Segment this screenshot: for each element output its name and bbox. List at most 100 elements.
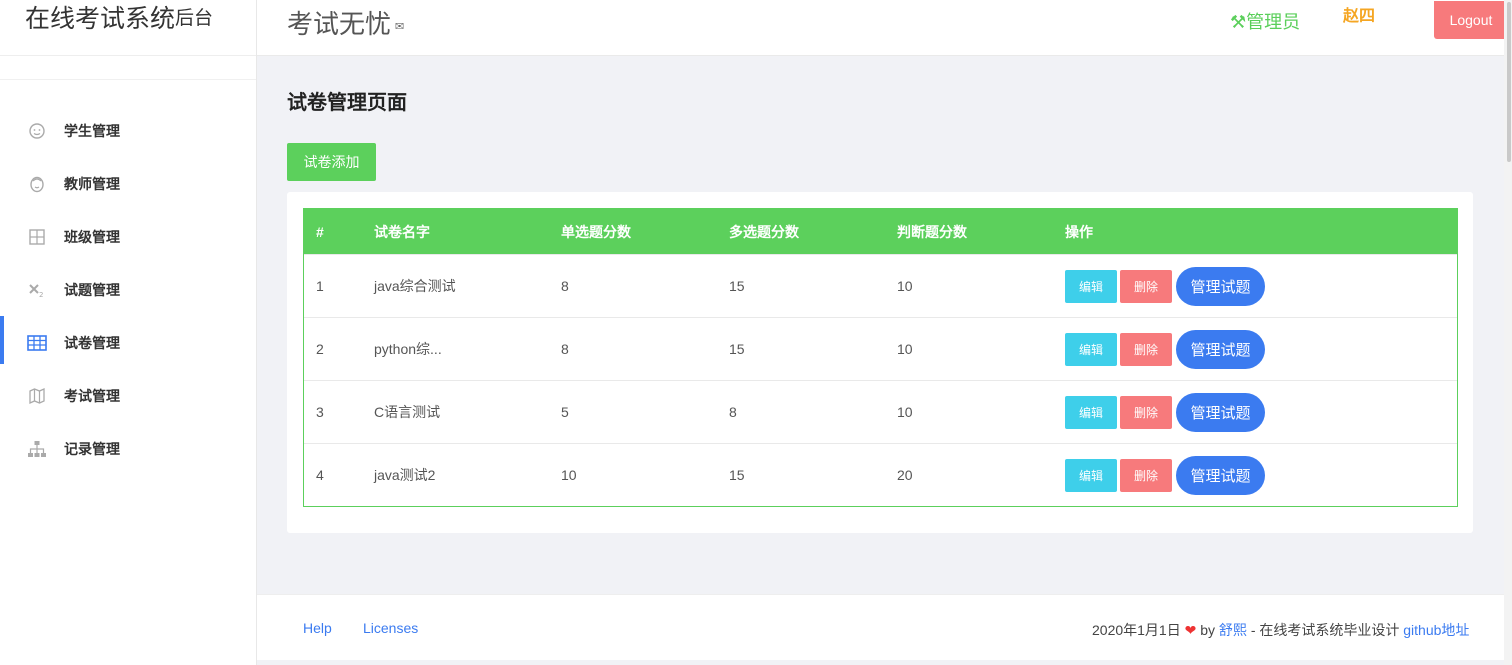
table-row: 4 java测试2 10 15 20 编辑 删除 管理试题 bbox=[304, 443, 1457, 506]
edit-button[interactable]: 编辑 bbox=[1065, 395, 1117, 429]
sidebar-item-records[interactable]: 记录管理 bbox=[0, 422, 256, 475]
cell-judge-score: 10 bbox=[897, 404, 913, 420]
header-title-text: 考试无忧 bbox=[287, 9, 392, 39]
brand: 在线考试系统 后台 bbox=[0, 0, 256, 56]
manage-questions-button[interactable]: 管理试题 bbox=[1176, 266, 1265, 306]
sidebar-nav: 学生管理 教师管理 班级管理 2 试题管理 试卷管理 考试管理 记录管理 bbox=[0, 80, 256, 475]
cell-multi-score: 15 bbox=[729, 278, 745, 294]
column-header-index: # bbox=[316, 223, 324, 240]
github-link[interactable]: github地址 bbox=[1403, 622, 1469, 638]
cell-name: java综合测试 bbox=[374, 278, 456, 294]
subscript-icon: 2 bbox=[26, 279, 48, 301]
sidebar-item-teachers[interactable]: 教师管理 bbox=[0, 157, 256, 210]
table-header: # 试卷名字 单选题分数 多选题分数 判断题分数 操作 bbox=[304, 209, 1457, 254]
manage-questions-button[interactable]: 管理试题 bbox=[1176, 329, 1265, 369]
cell-index: 3 bbox=[316, 404, 324, 420]
add-paper-button[interactable]: 试卷添加 bbox=[287, 143, 376, 181]
cell-single-score: 5 bbox=[561, 404, 569, 420]
brand-title: 在线考试系统 bbox=[25, 4, 176, 33]
row-actions: 编辑 删除 管理试题 bbox=[1065, 392, 1265, 432]
cell-multi-score: 8 bbox=[729, 404, 737, 420]
role-label: ⚒管理员 bbox=[1230, 8, 1300, 34]
column-header-judge: 判断题分数 bbox=[897, 223, 967, 240]
sidebar-item-classes[interactable]: 班级管理 bbox=[0, 210, 256, 263]
cell-name: java测试2 bbox=[374, 467, 436, 483]
sidebar-item-label: 试题管理 bbox=[64, 281, 120, 298]
column-header-name: 试卷名字 bbox=[374, 223, 430, 240]
edit-button[interactable]: 编辑 bbox=[1065, 458, 1117, 492]
face-icon bbox=[26, 173, 48, 195]
cell-index: 1 bbox=[316, 278, 324, 294]
grid-icon bbox=[26, 226, 48, 248]
sidebar-divider bbox=[0, 56, 256, 80]
sidebar-item-papers[interactable]: 试卷管理 bbox=[0, 316, 256, 369]
footer-description: - 在线考试系统毕业设计 bbox=[1250, 622, 1400, 638]
sidebar-item-label: 试卷管理 bbox=[64, 334, 120, 351]
sidebar-item-label: 教师管理 bbox=[64, 175, 120, 192]
cell-name: python综... bbox=[374, 341, 442, 357]
cell-single-score: 8 bbox=[561, 278, 569, 294]
sidebar-item-questions[interactable]: 2 试题管理 bbox=[0, 263, 256, 316]
heart-icon: ❤ bbox=[1184, 622, 1197, 638]
cell-judge-score: 10 bbox=[897, 341, 913, 357]
column-header-single: 单选题分数 bbox=[561, 223, 631, 240]
cell-judge-score: 10 bbox=[897, 278, 913, 294]
table-row: 2 python综... 8 15 10 编辑 删除 管理试题 bbox=[304, 317, 1457, 380]
cell-index: 4 bbox=[316, 467, 324, 483]
top-header: 考试无忧 ✉ ⚒管理员 赵四 Logout bbox=[257, 0, 1512, 56]
cell-name: C语言测试 bbox=[374, 404, 441, 420]
row-actions: 编辑 删除 管理试题 bbox=[1065, 455, 1265, 495]
cell-index: 2 bbox=[316, 341, 324, 357]
table-row: 3 C语言测试 5 8 10 编辑 删除 管理试题 bbox=[304, 380, 1457, 443]
page-title: 试卷管理页面 bbox=[287, 92, 407, 114]
edit-button[interactable]: 编辑 bbox=[1065, 269, 1117, 303]
map-icon bbox=[26, 385, 48, 407]
sidebar-item-label: 班级管理 bbox=[64, 228, 120, 245]
sidebar-item-exams[interactable]: 考试管理 bbox=[0, 369, 256, 422]
footer-credits: 2020年1月1日 ❤ by 舒熙 - 在线考试系统毕业设计 github地址 bbox=[1092, 620, 1469, 640]
delete-button[interactable]: 删除 bbox=[1120, 395, 1172, 429]
row-actions: 编辑 删除 管理试题 bbox=[1065, 329, 1265, 369]
cell-multi-score: 15 bbox=[729, 467, 745, 483]
delete-button[interactable]: 删除 bbox=[1120, 269, 1172, 303]
delete-button[interactable]: 删除 bbox=[1120, 458, 1172, 492]
sitemap-icon bbox=[26, 438, 48, 460]
cell-judge-score: 20 bbox=[897, 467, 913, 483]
manage-questions-button[interactable]: 管理试题 bbox=[1176, 392, 1265, 432]
row-actions: 编辑 删除 管理试题 bbox=[1065, 266, 1265, 306]
licenses-link[interactable]: Licenses bbox=[363, 620, 418, 636]
header-title: 考试无忧 ✉ bbox=[287, 4, 404, 41]
sidebar-item-label: 学生管理 bbox=[64, 122, 120, 139]
user-name[interactable]: 赵四 bbox=[1343, 2, 1375, 26]
edit-button[interactable]: 编辑 bbox=[1065, 332, 1117, 366]
sidebar-item-students[interactable]: 学生管理 bbox=[0, 104, 256, 157]
column-header-multi: 多选题分数 bbox=[729, 223, 799, 240]
sidebar-item-label: 记录管理 bbox=[64, 440, 120, 457]
brand-subtitle: 后台 bbox=[175, 8, 214, 29]
cell-single-score: 10 bbox=[561, 467, 577, 483]
sidebar: 在线考试系统 后台 学生管理 教师管理 班级管理 2 试题管理 试卷管理 考试管… bbox=[0, 0, 257, 665]
table-icon bbox=[26, 332, 48, 354]
hammer-icon: ⚒ bbox=[1230, 12, 1247, 32]
footer: Help Licenses 2020年1月1日 ❤ by 舒熙 - 在线考试系统… bbox=[257, 594, 1512, 660]
cell-multi-score: 15 bbox=[729, 341, 745, 357]
manage-questions-button[interactable]: 管理试题 bbox=[1176, 455, 1265, 495]
cell-single-score: 8 bbox=[561, 341, 569, 357]
footer-date: 2020年1月1日 bbox=[1092, 622, 1181, 638]
sidebar-item-label: 考试管理 bbox=[64, 387, 120, 404]
logout-button[interactable]: Logout bbox=[1434, 1, 1508, 39]
page-scrollbar[interactable] bbox=[1504, 0, 1512, 665]
delete-button[interactable]: 删除 bbox=[1120, 332, 1172, 366]
papers-card: # 试卷名字 单选题分数 多选题分数 判断题分数 操作 1 java综合测试 8… bbox=[287, 192, 1473, 533]
footer-by: by bbox=[1200, 622, 1216, 638]
svg-text:2: 2 bbox=[39, 291, 43, 299]
role-text: 管理员 bbox=[1246, 12, 1301, 32]
scroll-thumb[interactable] bbox=[1507, 2, 1511, 162]
envelope-icon: ✉ bbox=[395, 20, 405, 33]
author-link[interactable]: 舒熙 bbox=[1219, 622, 1247, 638]
column-header-actions: 操作 bbox=[1065, 223, 1093, 240]
table-row: 1 java综合测试 8 15 10 编辑 删除 管理试题 bbox=[304, 254, 1457, 317]
help-link[interactable]: Help bbox=[303, 620, 332, 636]
papers-table: # 试卷名字 单选题分数 多选题分数 判断题分数 操作 1 java综合测试 8… bbox=[303, 208, 1458, 507]
smile-icon bbox=[26, 120, 48, 142]
